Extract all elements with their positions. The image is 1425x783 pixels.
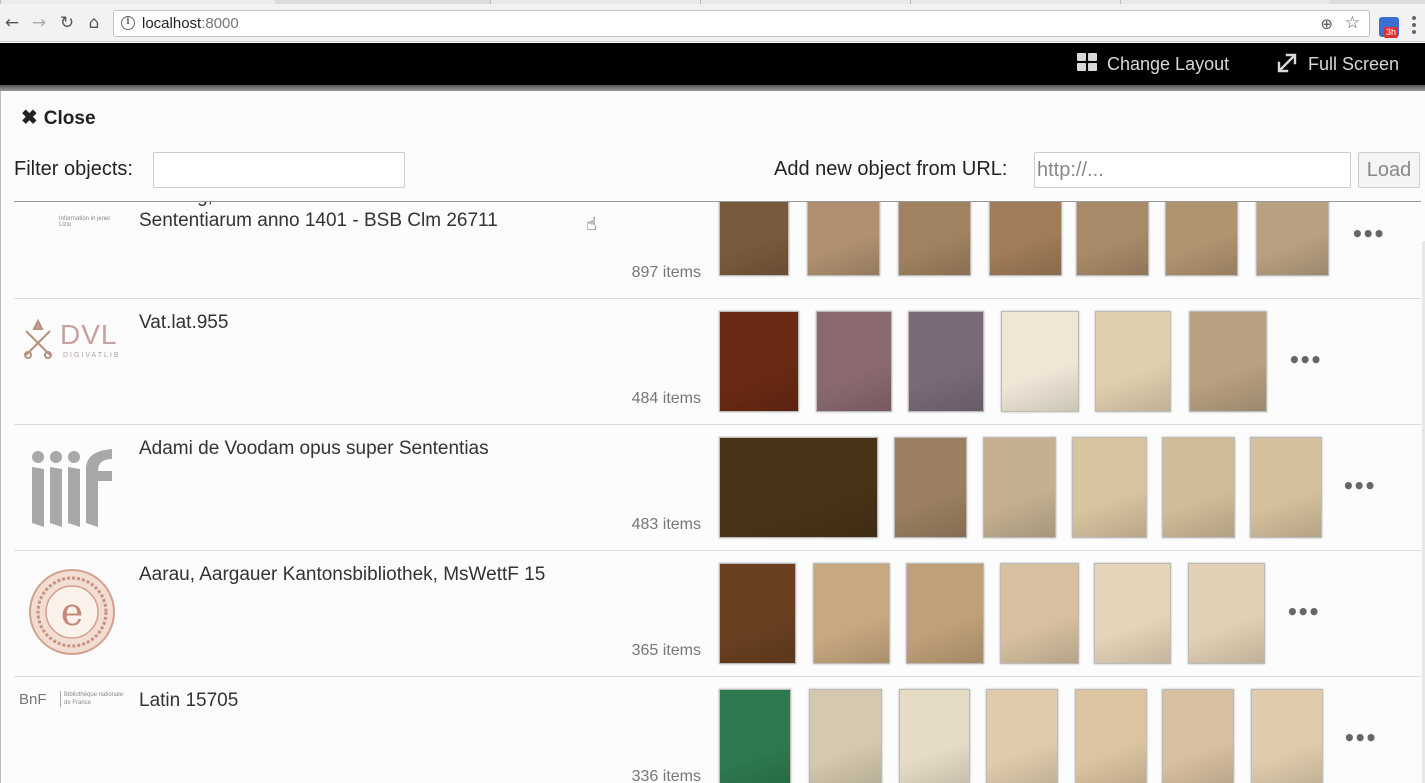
thumbnail[interactable] <box>899 689 970 783</box>
browser-toolbar: ← → ↻ ⌂ i localhost:8000 ⊕ ☆ 3h <box>0 4 1425 42</box>
thumbnail[interactable] <box>813 563 890 664</box>
item-count: 336 items <box>631 768 701 783</box>
object-title: Adami de Voodam opus super Sententias <box>139 438 489 459</box>
thumbnail[interactable] <box>1250 437 1322 538</box>
thumbnail[interactable] <box>719 202 789 276</box>
e-codices-logo: e <box>18 563 122 655</box>
thumbnail[interactable] <box>1188 563 1265 664</box>
thumbnail[interactable] <box>1095 311 1171 412</box>
add-url-label: Add new object from URL: <box>774 158 1008 180</box>
thumbnail[interactable] <box>1251 689 1323 783</box>
dvl-logo: DVL DIGIVATLIB <box>18 311 122 401</box>
filter-label: Filter objects: <box>14 158 133 180</box>
thumbnail[interactable] <box>1076 202 1149 276</box>
load-button[interactable]: Load <box>1358 152 1420 188</box>
thumbnail[interactable] <box>719 563 796 664</box>
forward-icon[interactable]: → <box>29 13 49 33</box>
browser-menu-icon[interactable] <box>1412 16 1418 37</box>
thumbnail[interactable] <box>1189 311 1267 412</box>
bnf-logo: BnF Bibliothèque nationale de France <box>19 691 124 708</box>
thumbnail[interactable] <box>1075 689 1147 783</box>
close-label: Close <box>43 108 96 129</box>
add-object-panel: ✖ Close Filter objects: Add new object fr… <box>0 91 1425 783</box>
extension-icon[interactable]: 3h <box>1379 17 1399 38</box>
papal-keys-icon <box>24 319 52 359</box>
thumbnail[interactable] <box>816 311 892 412</box>
thumbnail[interactable] <box>1001 311 1079 412</box>
change-layout-label: Change Layout <box>1107 54 1230 74</box>
list-item[interactable]: Adami de Voodam opus super Sententias 48… <box>14 425 1421 551</box>
zoom-icon[interactable]: ⊕ <box>1320 15 1333 33</box>
thumbnail[interactable] <box>719 311 799 412</box>
thumbnail[interactable] <box>898 202 971 276</box>
list-item[interactable]: Information in jener Lizio Mulberg, Joha… <box>14 202 1421 299</box>
thumbnail[interactable] <box>1162 437 1235 538</box>
item-count: 365 items <box>631 642 701 659</box>
url-text: localhost:8000 <box>142 15 239 32</box>
close-icon: ✖ <box>21 107 38 129</box>
more-icon[interactable]: ••• <box>1286 600 1320 624</box>
full-screen-label: Full Screen <box>1308 54 1400 74</box>
thumbnail[interactable] <box>983 437 1056 538</box>
thumbnail[interactable] <box>906 563 984 664</box>
info-icon[interactable]: i <box>121 16 135 30</box>
item-count: 484 items <box>631 390 701 407</box>
thumbnail[interactable] <box>1094 563 1171 664</box>
expand-icon <box>1277 53 1297 73</box>
thumbnail[interactable] <box>908 311 984 412</box>
thumbnail[interactable] <box>986 689 1058 783</box>
thumbnail[interactable] <box>894 437 967 538</box>
change-layout-button[interactable]: Change Layout <box>1077 43 1229 85</box>
item-count: 483 items <box>631 516 701 533</box>
object-title: Mulberg, Johannes: Joannes de Basilica d… <box>139 202 565 231</box>
hand-cursor-icon: ☝ <box>586 214 597 235</box>
back-icon[interactable]: ← <box>2 13 22 33</box>
list-item[interactable]: e Aarau, Aargauer Kantonsbibliothek, MsW… <box>14 551 1421 677</box>
svg-text:e: e <box>61 590 84 634</box>
thumbnail[interactable] <box>1165 202 1238 276</box>
object-title: Vat.lat.955 <box>139 312 229 333</box>
more-icon[interactable]: ••• <box>1351 222 1385 246</box>
reload-icon[interactable]: ↻ <box>57 13 77 33</box>
thumbnail[interactable] <box>1000 563 1079 664</box>
home-icon[interactable]: ⌂ <box>84 13 104 33</box>
bookmark-star-icon[interactable]: ☆ <box>1345 13 1360 33</box>
iiif-logo <box>18 437 122 527</box>
object-title: Aarau, Aargauer Kantonsbibliothek, MsWet… <box>139 564 546 585</box>
bsb-logo: Information in jener Lizio <box>59 216 111 228</box>
full-screen-button[interactable]: Full Screen <box>1276 43 1399 85</box>
object-list: Information in jener Lizio Mulberg, Joha… <box>1 202 1425 783</box>
thumbnail[interactable] <box>807 202 880 276</box>
address-bar[interactable]: i localhost:8000 ⊕ ☆ <box>113 10 1370 37</box>
app-top-bar: Change Layout Full Screen <box>0 43 1425 85</box>
thumbnail[interactable] <box>1162 689 1234 783</box>
item-count: 897 items <box>631 264 701 281</box>
thumbnail[interactable] <box>809 689 882 783</box>
more-icon[interactable]: ••• <box>1342 474 1376 498</box>
more-icon[interactable]: ••• <box>1343 726 1377 750</box>
thumbnail[interactable] <box>989 202 1062 276</box>
url-input[interactable]: http://... <box>1034 152 1351 188</box>
thumbnail[interactable] <box>719 689 791 783</box>
object-title: Latin 15705 <box>139 690 239 711</box>
thumbnail[interactable] <box>719 437 878 538</box>
list-item[interactable]: BnF Bibliothèque nationale de France Lat… <box>14 677 1421 783</box>
list-item[interactable]: DVL DIGIVATLIB Vat.lat.955 484 items ••• <box>14 299 1421 425</box>
more-icon[interactable]: ••• <box>1288 348 1322 372</box>
thumbnail[interactable] <box>1256 202 1329 276</box>
grid-icon <box>1077 53 1099 73</box>
close-button[interactable]: ✖ Close <box>21 105 96 130</box>
filter-input[interactable] <box>153 152 405 188</box>
extension-badge: 3h <box>1384 27 1399 38</box>
thumbnail[interactable] <box>1072 437 1147 538</box>
